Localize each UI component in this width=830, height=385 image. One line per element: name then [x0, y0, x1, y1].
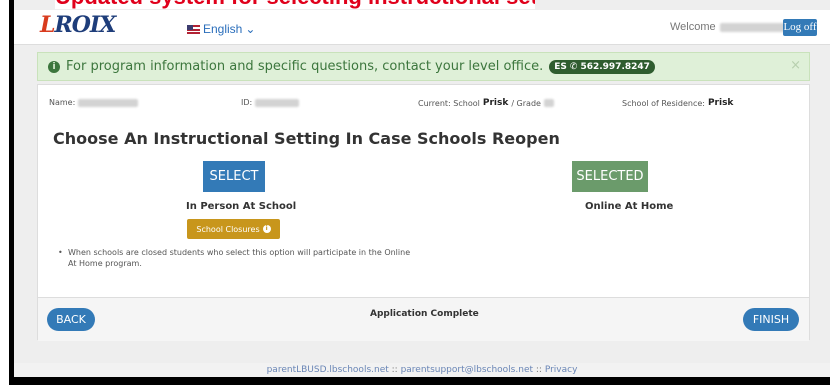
- selection-card: Name: ID: Current: School Prisk / Grade …: [37, 84, 810, 341]
- welcome-label: Welcome: [670, 21, 716, 33]
- finish-button[interactable]: FINISH: [743, 308, 799, 331]
- footer-link-portal[interactable]: parentLBUSD.lbschools.net: [267, 365, 389, 375]
- school-of-residence: School of Residence: Prisk: [622, 98, 734, 108]
- logoff-button[interactable]: Log off: [783, 19, 817, 36]
- alert-message: For program information and specific que…: [66, 59, 544, 74]
- id-redacted: [255, 98, 300, 107]
- page-title: Choose An Instructional Setting In Case …: [53, 129, 560, 148]
- current-school: Current: School Prisk / Grade: [418, 98, 554, 108]
- info-alert: i For program information and specific q…: [37, 52, 810, 81]
- school-closures-button[interactable]: School Closures i: [187, 219, 280, 239]
- card-footer: BACK Application Complete FINISH: [38, 297, 809, 341]
- site-logo[interactable]: LROIX: [40, 12, 116, 38]
- closure-note: When schools are closed students who sel…: [58, 247, 418, 269]
- phone-icon: ✆: [569, 61, 578, 72]
- chevron-down-icon: ⌄: [245, 22, 256, 36]
- name-redacted: [78, 98, 139, 107]
- user-name-redacted: [719, 22, 790, 32]
- phone-badge[interactable]: ES ✆ 562.997.8247: [549, 59, 655, 74]
- info-icon: i: [48, 60, 60, 73]
- language-label: English: [203, 22, 243, 36]
- selected-online-button[interactable]: SELECTED: [572, 161, 648, 192]
- online-label: Online At Home: [585, 201, 674, 212]
- student-name: Name:: [49, 98, 139, 107]
- back-button[interactable]: BACK: [47, 308, 95, 331]
- top-banner-cut: Updated system for selecting instruction…: [55, 0, 535, 9]
- welcome-area: Welcome: [670, 21, 790, 33]
- language-selector[interactable]: English ⌄: [187, 22, 255, 36]
- grade-redacted: [543, 99, 554, 107]
- info-icon: i: [262, 225, 271, 233]
- footer-link-support[interactable]: parentsupport@lbschools.net: [401, 365, 533, 375]
- select-in-person-button[interactable]: SELECT: [203, 161, 265, 192]
- us-flag-icon: [187, 24, 200, 34]
- in-person-label: In Person At School: [186, 201, 297, 212]
- page-footer: parentLBUSD.lbschools.net :: parentsuppo…: [14, 363, 830, 377]
- student-id: ID:: [241, 98, 300, 107]
- alert-close-icon[interactable]: ×: [790, 58, 801, 73]
- footer-link-privacy[interactable]: Privacy: [545, 365, 578, 375]
- status-text: Application Complete: [370, 309, 479, 319]
